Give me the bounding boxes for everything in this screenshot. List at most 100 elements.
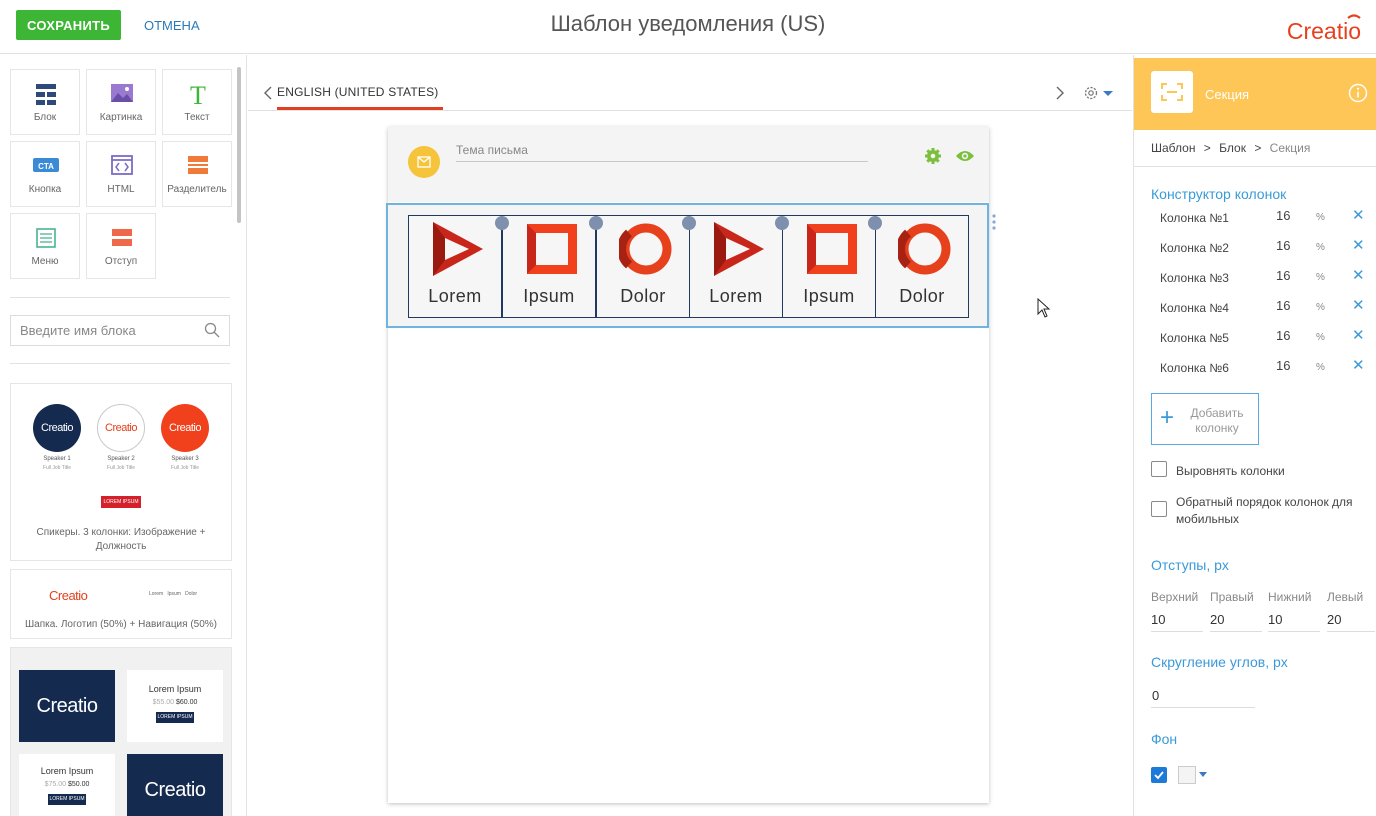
product-logo-tile: Creatio xyxy=(19,670,115,742)
column-width-input[interactable]: 16 xyxy=(1276,268,1290,283)
triangle-shape xyxy=(714,222,764,276)
svg-text:T: T xyxy=(190,82,206,108)
column-2[interactable]: Ipsum xyxy=(502,215,596,318)
column-3[interactable]: Dolor xyxy=(596,215,690,318)
speaker-card: Creatio Speaker 1 Full Job Title xyxy=(33,404,81,471)
column-6[interactable]: Dolor xyxy=(875,215,969,318)
subject-underline xyxy=(456,161,868,162)
panel-scrollbar[interactable] xyxy=(237,67,241,223)
tool-label: Текст xyxy=(184,112,210,123)
chevron-down-icon[interactable] xyxy=(1198,771,1208,779)
product-button: LOREM IPSUM xyxy=(156,712,194,723)
link-icon[interactable] xyxy=(868,216,882,230)
subject-input[interactable]: Тема письма xyxy=(456,143,528,157)
tool-menu[interactable]: Меню xyxy=(10,213,80,279)
remove-column-icon[interactable]: ✕ xyxy=(1352,296,1365,314)
column-text: Lorem xyxy=(428,286,482,306)
remove-column-icon[interactable]: ✕ xyxy=(1352,326,1365,344)
tool-spacer[interactable]: Отступ xyxy=(86,213,156,279)
chevron-left-icon[interactable] xyxy=(263,86,273,100)
column-width-input[interactable]: 16 xyxy=(1276,298,1290,313)
column-1[interactable]: Lorem xyxy=(408,215,502,318)
padding-right-input[interactable]: 20 xyxy=(1210,612,1224,627)
drag-handle-icon[interactable] xyxy=(991,213,997,233)
tool-divider[interactable]: Разделитель xyxy=(162,141,232,207)
reverse-mobile-label: Обратный порядок колонок для мобильных xyxy=(1176,495,1353,526)
speaker-name: Speaker 1 xyxy=(43,456,71,462)
preview-eye-icon[interactable] xyxy=(955,149,975,163)
tool-image[interactable]: Картинка xyxy=(86,69,156,135)
language-tab[interactable]: ENGLISH (UNITED STATES) xyxy=(277,85,439,99)
speaker-job: Full Job Title xyxy=(170,465,200,471)
mouse-cursor-icon xyxy=(1037,298,1051,318)
padding-title: Отступы, px xyxy=(1151,557,1229,573)
speaker-card: Creatio Speaker 2 Full Job Title xyxy=(97,404,145,471)
column-name: Колонка №2 xyxy=(1160,241,1229,255)
envelope-icon xyxy=(417,156,431,168)
gear-icon[interactable] xyxy=(924,147,942,165)
column-width-input[interactable]: 16 xyxy=(1276,208,1290,223)
column-text: Dolor xyxy=(620,286,666,306)
checkmark-icon xyxy=(1154,771,1164,780)
align-columns-checkbox[interactable] xyxy=(1151,461,1167,477)
column-width-input[interactable]: 16 xyxy=(1276,328,1290,343)
tool-label: Кнопка xyxy=(28,184,62,195)
column-5[interactable]: Ipsum xyxy=(782,215,876,318)
info-icon[interactable] xyxy=(1348,83,1368,103)
speaker-job: Full Job Title xyxy=(42,465,72,471)
background-checkbox[interactable] xyxy=(1151,767,1167,783)
background-color-swatch[interactable] xyxy=(1178,766,1196,784)
breadcrumb-template[interactable]: Шаблон xyxy=(1151,141,1195,155)
section-icon xyxy=(1161,83,1183,101)
align-columns-label: Выровнять колонки xyxy=(1176,464,1285,478)
panel-divider xyxy=(10,297,230,298)
product-old-price: $55.00 xyxy=(152,699,175,706)
remove-column-icon[interactable]: ✕ xyxy=(1352,356,1365,374)
link-icon[interactable] xyxy=(495,216,509,230)
column-4[interactable]: Lorem xyxy=(689,215,783,318)
column-unit: % xyxy=(1316,272,1325,283)
breadcrumb: Шаблон > Блок > Секция xyxy=(1151,141,1310,155)
tool-button[interactable]: CTA Кнопка xyxy=(10,141,80,207)
remove-column-icon[interactable]: ✕ xyxy=(1352,206,1365,224)
column-unit: % xyxy=(1316,332,1325,343)
tool-html[interactable]: HTML xyxy=(86,141,156,207)
padding-bottom-input[interactable]: 10 xyxy=(1268,612,1282,627)
breadcrumb-divider xyxy=(1134,166,1376,167)
add-column-label: Добавить колонку xyxy=(1190,406,1244,435)
column-width-input[interactable]: 16 xyxy=(1276,358,1290,373)
speaker-job: Full Job Title xyxy=(106,465,136,471)
template-products[interactable]: Creatio Lorem Ipsum $55.00 $60.00 LOREM … xyxy=(10,647,232,816)
add-column-button[interactable]: + Добавить колонку xyxy=(1151,393,1259,445)
square-shape xyxy=(527,224,577,274)
reverse-mobile-checkbox[interactable] xyxy=(1151,501,1167,517)
template-header[interactable]: Creatio Lorem Ipsum Dolor Шапка. Логотип… xyxy=(10,569,232,639)
padding-top-input[interactable]: 10 xyxy=(1151,612,1165,627)
radius-input[interactable]: 0 xyxy=(1152,688,1159,703)
remove-column-icon[interactable]: ✕ xyxy=(1352,236,1365,254)
square-shape xyxy=(807,224,857,274)
column-width-input[interactable]: 16 xyxy=(1276,238,1290,253)
page-title: Шаблон уведомления (US) xyxy=(550,11,826,36)
speaker-name: Speaker 3 xyxy=(171,456,199,462)
image-icon xyxy=(111,84,133,102)
speaker-avatar: Creatio xyxy=(161,404,209,452)
selected-section[interactable]: Lorem Ipsum Dolor Lorem Ipsum Dolor xyxy=(386,203,996,328)
tool-block[interactable]: Блок xyxy=(10,69,80,135)
padding-left-input[interactable]: 20 xyxy=(1327,612,1341,627)
tool-label: Отступ xyxy=(104,256,138,267)
tool-text[interactable]: T Текст xyxy=(162,69,232,135)
link-icon[interactable] xyxy=(589,216,603,230)
chevron-right-icon[interactable] xyxy=(1055,86,1065,100)
block-search-input[interactable] xyxy=(11,316,201,345)
link-icon[interactable] xyxy=(682,216,696,230)
settings-gear-icon[interactable] xyxy=(1082,83,1116,103)
product-tile: Lorem Ipsum $75.00 $50.00 LOREM IPSUM xyxy=(19,754,115,816)
search-icon[interactable] xyxy=(204,322,220,338)
input-underline xyxy=(1151,631,1203,632)
template-speakers[interactable]: Creatio Speaker 1 Full Job Title Creatio… xyxy=(10,383,232,561)
breadcrumb-block[interactable]: Блок xyxy=(1219,141,1246,155)
envelope-badge xyxy=(408,146,440,178)
remove-column-icon[interactable]: ✕ xyxy=(1352,266,1365,284)
link-icon[interactable] xyxy=(775,216,789,230)
